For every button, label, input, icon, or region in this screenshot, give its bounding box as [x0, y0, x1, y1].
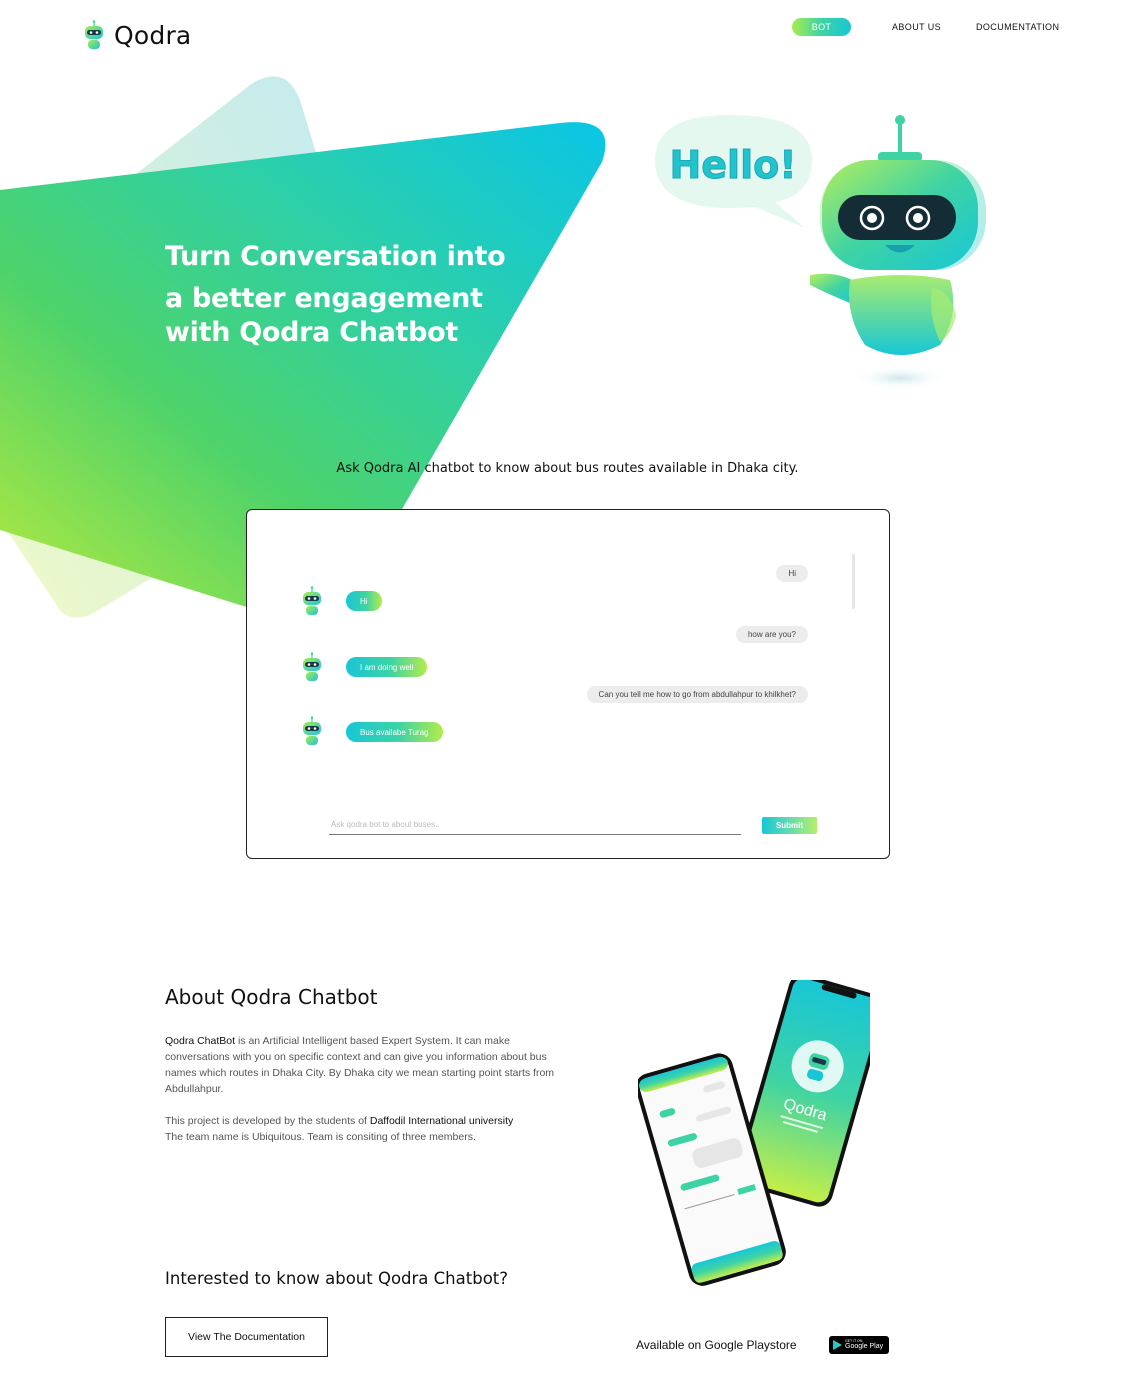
- playstore-text: Available on Google Playstore: [636, 1338, 797, 1352]
- phones-mockup-illustration: Qodra: [638, 980, 870, 1286]
- chat-window: Hi Hi how are you? I am doing well Can y…: [246, 509, 890, 859]
- about-paragraph-1: Qodra ChatBot is an Artificial Intellige…: [165, 1033, 565, 1097]
- about-p2-start: This project is developed by the student…: [165, 1115, 370, 1127]
- hero-headline: Turn Conversation into a better engageme…: [165, 238, 506, 350]
- chat-scrollbar[interactable]: [852, 554, 855, 609]
- robot-logo-icon: [85, 20, 103, 49]
- logo[interactable]: Qodra: [82, 20, 191, 50]
- logo-text: Qodra: [114, 20, 192, 50]
- about-university-name: Daffodil International university: [369, 1115, 514, 1127]
- bot-avatar-icon: [303, 716, 321, 745]
- badge-big-text: Google Play: [845, 1343, 884, 1351]
- bot-avatar-icon: [303, 652, 321, 681]
- nav-documentation-link[interactable]: DOCUMENTATION: [976, 22, 1059, 32]
- google-play-icon: [833, 1340, 842, 1350]
- about-p2-rest: The team name is Ubiquitous. Team is con…: [165, 1131, 476, 1143]
- user-message: Can you tell me how to go from abdullahp…: [586, 686, 808, 703]
- interested-heading: Interested to know about Qodra Chatbot?: [165, 1269, 509, 1288]
- hero-subtitle: Ask Qodra AI chatbot to know about bus r…: [336, 461, 799, 476]
- nav-about-us-link[interactable]: ABOUT US: [892, 22, 941, 32]
- hero-line-1: Turn Conversation into: [165, 241, 506, 272]
- main-nav: BOT ABOUT US DOCUMENTATION: [792, 18, 1059, 36]
- google-play-badge[interactable]: GET IT ON Google Play: [829, 1336, 889, 1354]
- nav-bot-button[interactable]: BOT: [792, 18, 851, 36]
- view-documentation-button[interactable]: View The Documentation: [165, 1317, 328, 1357]
- hero-line-3: with Qodra Chatbot: [165, 317, 459, 348]
- submit-button[interactable]: Submit: [762, 817, 817, 834]
- hello-bubble-text: Hello!: [669, 143, 796, 187]
- bot-message: Hi: [346, 591, 382, 611]
- user-message: how are you?: [735, 626, 808, 643]
- bot-message: Bus availabe Turag: [346, 722, 443, 742]
- user-message: Hi: [776, 565, 808, 582]
- hello-robot-illustration: Hello!: [655, 115, 986, 390]
- about-bold-name: Qodra ChatBot: [165, 1035, 236, 1047]
- bot-message: I am doing well: [346, 657, 428, 677]
- hero-line-2: a better engagement: [165, 283, 483, 314]
- about-title: About Qodra Chatbot: [165, 985, 378, 1009]
- about-paragraph-2: This project is developed by the student…: [165, 1113, 565, 1145]
- bot-avatar-icon: [303, 586, 321, 615]
- chat-input[interactable]: [329, 815, 741, 835]
